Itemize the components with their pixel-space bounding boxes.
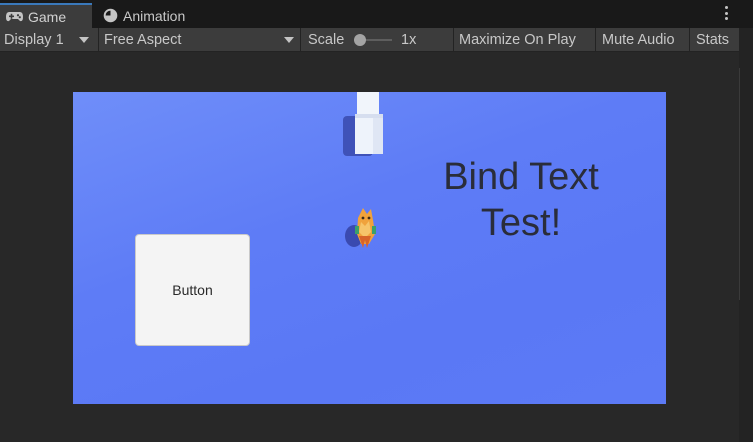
right-scrollbar[interactable] [739,28,753,442]
bind-text-line-1: Bind Text [443,156,599,198]
gamepad-icon [6,11,23,22]
scale-slider-handle[interactable] [354,34,366,46]
toolbar-divider [300,28,301,52]
game-window: Game Animation Display 1 Free Aspect Sca… [0,0,753,442]
tab-animation[interactable]: Animation [103,3,185,28]
tab-game-label: Game [28,8,67,25]
toolbar-divider [98,28,99,52]
mute-audio-toggle[interactable]: Mute Audio [602,28,675,52]
game-toolbar: Display 1 Free Aspect Scale 1x Maximize … [0,28,739,52]
toolbar-divider [595,28,596,52]
ui-button[interactable]: Button [135,234,250,346]
stats-toggle[interactable]: Stats [696,28,729,52]
more-options-icon[interactable] [723,6,729,20]
bind-text-line-2: Test! [480,202,562,244]
aspect-value: Free Aspect [104,32,182,48]
tab-animation-label: Animation [123,7,186,24]
bind-text-label: Bind Text Test! [425,154,617,246]
scale-value: 1x [401,32,417,48]
tab-game[interactable]: Game [0,3,92,28]
chevron-down-icon [284,37,294,43]
white-pillar-object [343,92,383,156]
animation-clock-icon [103,8,118,23]
toolbar-divider [689,28,690,52]
character-sprite [345,208,376,248]
scale-label: Scale [308,32,345,48]
panel-divider [739,68,740,300]
game-viewport[interactable]: Button Bind Text Test! [73,92,666,404]
aspect-dropdown[interactable]: Free Aspect [104,28,298,52]
ui-button-label: Button [172,282,213,298]
toolbar-divider [453,28,454,52]
display-dropdown[interactable]: Display 1 [4,28,96,52]
display-value: Display 1 [4,32,64,48]
maximize-on-play-toggle[interactable]: Maximize On Play [459,28,576,52]
chevron-down-icon [78,37,89,43]
tab-bar: Game Animation [0,0,753,28]
